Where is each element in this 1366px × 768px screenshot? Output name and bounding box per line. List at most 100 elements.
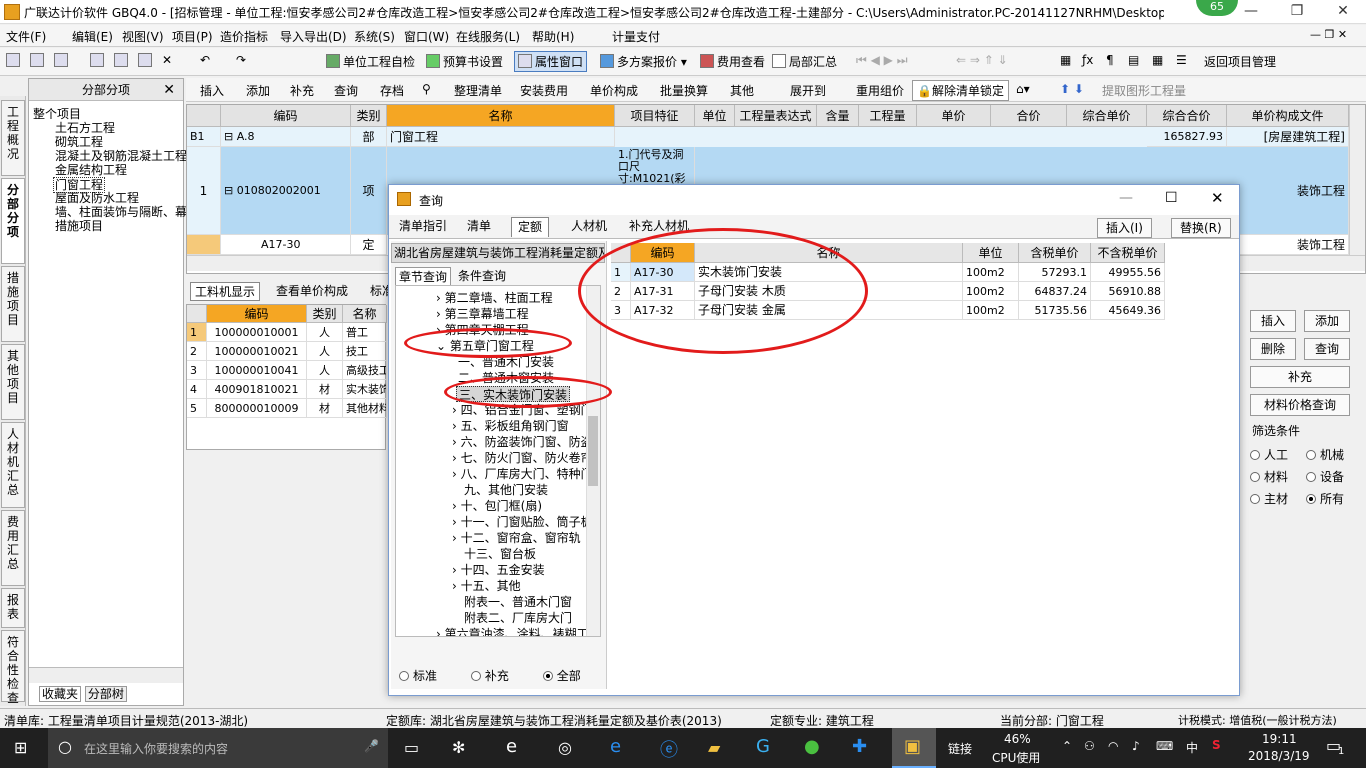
multi-plan-button[interactable]: 多方案报价 ▾: [600, 53, 687, 70]
tree-node[interactable]: › 八、厂库房大门、特种门: [452, 466, 593, 482]
tree-item[interactable]: 土石方工程: [55, 121, 115, 135]
tab-favorites[interactable]: 收藏夹: [39, 686, 82, 702]
tab-quota[interactable]: 定额: [511, 217, 550, 237]
ie-icon[interactable]: ⓔ: [660, 736, 678, 762]
people-icon[interactable]: ⚇: [1084, 739, 1095, 753]
tree-item[interactable]: 金属结构工程: [55, 163, 127, 177]
tab-report[interactable]: 报表: [1, 588, 25, 628]
tree-node[interactable]: › 十五、其他: [452, 578, 521, 594]
maximize-icon[interactable]: ☐: [1165, 190, 1178, 206]
tab-chapter-query[interactable]: 章节查询: [395, 267, 452, 286]
tree-node[interactable]: › 十一、门窗贴脸、筒子板: [452, 514, 593, 530]
quota-library-select[interactable]: 湖北省房屋建筑与装饰工程消耗量定额及基价表(2013): [391, 243, 605, 263]
open-icon[interactable]: [30, 53, 47, 68]
green-app-icon[interactable]: ●: [804, 736, 820, 757]
menu-indicator[interactable]: 造价指标: [220, 28, 268, 45]
nav-arrows-icon[interactable]: ⏮ ◀ ▶ ⏭: [856, 53, 908, 68]
clock-date[interactable]: 2018/3/19: [1248, 749, 1310, 763]
radio-all[interactable]: 全部: [542, 669, 581, 683]
windows-start-icon[interactable]: ⊞: [14, 738, 27, 757]
delete-button[interactable]: 删除: [1250, 338, 1296, 360]
add-button[interactable]: 添加: [246, 82, 270, 99]
local-summary-button[interactable]: 局部汇总: [772, 53, 837, 70]
tab-resources[interactable]: 人材机: [565, 217, 613, 237]
query-button[interactable]: 查询: [1304, 338, 1350, 360]
binoculars-icon[interactable]: ⚲: [422, 82, 431, 96]
fx-icon[interactable]: ƒx: [1082, 53, 1093, 67]
brush-icon[interactable]: ⌂▾: [1016, 82, 1030, 96]
tab-measures[interactable]: 措施项目: [1, 266, 25, 342]
maps-icon[interactable]: ◎: [558, 738, 572, 757]
tree-node[interactable]: 附表一、普通木门窗: [464, 594, 572, 610]
copy-icon[interactable]: [114, 53, 131, 68]
move-arrows-icon[interactable]: ⇐ ⇒ ⇑ ⇓: [956, 53, 1008, 67]
menu-project[interactable]: 项目(P): [172, 28, 213, 45]
filter-all[interactable]: 所有: [1306, 490, 1344, 507]
ime-indicator[interactable]: 中: [1186, 739, 1198, 756]
links-label[interactable]: 链接: [948, 740, 972, 757]
redo-icon[interactable]: ↷: [236, 53, 246, 67]
tree-node[interactable]: › 七、防火门窗、防火卷帘: [452, 450, 593, 466]
add-button[interactable]: 添加: [1304, 310, 1350, 332]
tree-hscroll[interactable]: [29, 667, 183, 683]
other-button[interactable]: 其他: [730, 82, 754, 99]
save-icon[interactable]: [54, 53, 71, 68]
microphone-icon[interactable]: 🎤: [364, 739, 379, 753]
calculator-icon[interactable]: ▦: [1060, 53, 1071, 67]
expand-to-button[interactable]: 展开到: [790, 82, 826, 99]
minimize-icon[interactable]: —: [1119, 190, 1133, 206]
tree-node[interactable]: › 第六章油漆、涂料、裱糊工程: [436, 626, 600, 636]
restore-icon[interactable]: ❐: [1274, 0, 1320, 24]
tree-node[interactable]: › 五、彩板组角钢门窗: [452, 418, 569, 434]
property-window-button[interactable]: 属性窗口: [514, 51, 588, 72]
tree-item[interactable]: 墙、柱面装饰与隔断、幕墙: [55, 205, 199, 219]
close-icon[interactable]: ✕: [1211, 189, 1224, 207]
chevron-up-icon[interactable]: ⌃: [1062, 739, 1072, 753]
tree-node[interactable]: 十三、窗台板: [464, 546, 536, 562]
tree-node[interactable]: 附表二、厂库房大门: [464, 610, 572, 626]
supplement-button[interactable]: 补充: [1250, 366, 1350, 388]
supplement-button[interactable]: 补充: [290, 82, 314, 99]
replace-button[interactable]: 替换(R): [1171, 218, 1231, 238]
taskbar-search-box[interactable]: ○ 在这里输入你要搜索的内容 🎤: [48, 728, 388, 768]
tree-item[interactable]: 屋面及防水工程: [55, 191, 139, 205]
tree-node[interactable]: › 十、包门框(扇): [452, 498, 542, 514]
insert-button[interactable]: 插入: [200, 82, 224, 99]
menu-online[interactable]: 在线服务(L): [456, 28, 520, 45]
filter-machine[interactable]: 机械: [1306, 446, 1344, 463]
glodon-g-icon[interactable]: G: [756, 736, 770, 757]
filter-equipment[interactable]: 设备: [1306, 468, 1344, 485]
filter-material[interactable]: 材料: [1250, 468, 1288, 485]
menu-view[interactable]: 视图(V): [122, 28, 164, 45]
insert-button[interactable]: 插入(I): [1097, 218, 1152, 238]
tab-bill[interactable]: 清单: [461, 217, 497, 237]
volume-icon[interactable]: ♪: [1132, 739, 1140, 753]
fan-app-icon[interactable]: ✻: [452, 738, 465, 757]
tree-vscroll-thumb[interactable]: [588, 416, 598, 486]
paste-icon[interactable]: [138, 53, 155, 68]
blue-app-icon[interactable]: ✚: [852, 736, 867, 757]
return-mgmt-button[interactable]: 返回项目管理: [1204, 53, 1276, 70]
paragraph-icon[interactable]: ¶: [1106, 53, 1114, 67]
radio-supplement[interactable]: 补充: [470, 669, 509, 683]
close-icon[interactable]: ✕: [163, 79, 175, 101]
delete-icon[interactable]: ✕: [162, 53, 172, 67]
task-view-icon[interactable]: ▭: [404, 738, 419, 757]
menu-help[interactable]: 帮助(H): [532, 28, 574, 45]
grid-vscroll[interactable]: [1349, 105, 1365, 255]
menu-file[interactable]: 文件(F): [6, 28, 46, 45]
tree-item-root[interactable]: 整个项目: [33, 107, 81, 121]
menu-import-export[interactable]: 导入导出(D): [280, 28, 347, 45]
radio-standard[interactable]: 标准: [399, 669, 437, 683]
row-name[interactable]: 门窗工程: [387, 127, 615, 147]
tree-node[interactable]: › 六、防盗装饰门窗、防盗格栅: [452, 434, 600, 450]
archive-button[interactable]: 存档: [380, 82, 404, 99]
up-down-arrows-icon[interactable]: ⬆ ⬇: [1060, 82, 1084, 96]
insert-button[interactable]: 插入: [1250, 310, 1296, 332]
row-code[interactable]: 400901810021: [207, 380, 307, 399]
tree-item[interactable]: 砌筑工程: [55, 135, 103, 149]
tab-resource-display[interactable]: 工料机显示: [190, 282, 261, 301]
list-icon[interactable]: ☰: [1176, 53, 1187, 67]
filter-labor[interactable]: 人工: [1250, 446, 1288, 463]
tab-condition-query[interactable]: 条件查询: [455, 267, 509, 284]
